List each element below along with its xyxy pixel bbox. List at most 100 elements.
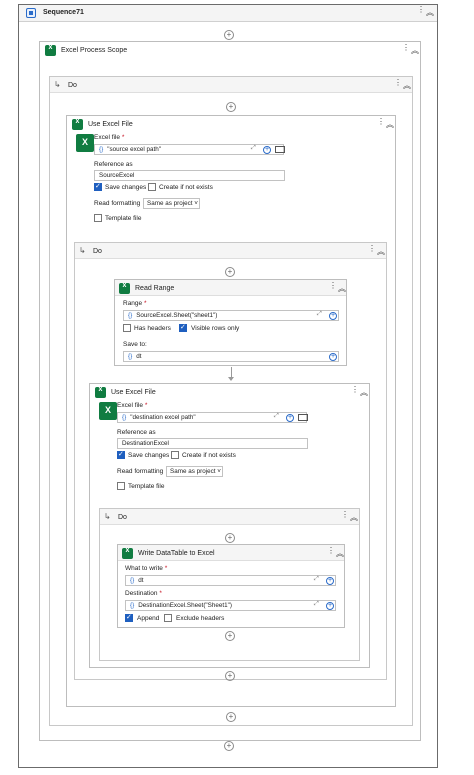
save-changes-checkbox[interactable]	[117, 450, 125, 459]
add-variable-icon[interactable]: +	[263, 146, 271, 154]
expand-icon[interactable]: ⤢	[317, 311, 322, 318]
save-to-input[interactable]: {} dt	[123, 351, 339, 362]
template-file-checkbox[interactable]	[94, 214, 102, 222]
create-if-not-exists-label: Create if not exists	[182, 452, 236, 459]
use-excel-2-menu-icon[interactable]: ⋮	[351, 386, 359, 394]
save-changes-checkbox[interactable]	[94, 182, 102, 191]
create-if-not-exists-checkbox[interactable]	[171, 451, 179, 459]
template-file-checkbox[interactable]	[117, 482, 125, 490]
add-variable-icon[interactable]: +	[326, 577, 334, 585]
add-activity-plus-icon[interactable]: +	[226, 102, 236, 112]
add-activity-plus-icon[interactable]: +	[225, 267, 235, 277]
range-input[interactable]: {} SourceExcel.Sheet("sheet1")	[123, 310, 339, 321]
add-activity-plus-icon[interactable]: +	[225, 631, 235, 641]
read-range-collapse-icon[interactable]: ︽	[338, 283, 346, 294]
add-activity-plus-icon[interactable]: +	[225, 671, 235, 681]
excel-scope-menu-icon[interactable]: ⋮	[402, 44, 410, 52]
save-changes-label: Save changes	[105, 184, 147, 191]
reference-as-input[interactable]: DestinationExcel	[117, 438, 308, 449]
do-menu-icon[interactable]: ⋮	[341, 511, 349, 519]
excel-process-scope: Excel Process Scope ⋮ ︽ ↳ Do ⋮ ︽ + Use E…	[39, 41, 421, 741]
do-label: Do	[93, 248, 102, 255]
expand-icon[interactable]: ⤢	[251, 145, 256, 152]
exclude-headers-label: Exclude headers	[176, 615, 225, 622]
reference-as-label: Reference as	[94, 161, 133, 168]
do-container-1: ↳ Do ⋮ ︽ + Read Range ⋮ ︽	[74, 242, 387, 681]
exclude-headers-checkbox[interactable]	[164, 614, 172, 622]
append-checkbox[interactable]	[125, 613, 133, 622]
sequence-title: Sequence71	[43, 9, 84, 16]
has-headers-checkbox[interactable]	[123, 324, 131, 332]
excel-icon	[45, 44, 56, 56]
add-variable-icon[interactable]: +	[286, 414, 294, 422]
use-excel-file-1: Use Excel File ⋮ ︽ Excel file * {}"sourc…	[66, 115, 396, 707]
folder-icon[interactable]	[275, 146, 285, 153]
use-excel-1-header[interactable]: Use Excel File ⋮ ︽	[67, 116, 395, 132]
use-excel-2-header[interactable]: Use Excel File ⋮ ︽	[90, 384, 369, 400]
expand-icon[interactable]: ⤢	[274, 413, 279, 420]
excel-file-label: Excel file *	[94, 134, 125, 141]
save-to-label: Save to:	[123, 341, 147, 348]
add-activity-plus-icon[interactable]: +	[226, 712, 236, 722]
template-file-label: Template file	[128, 483, 165, 490]
sequence-collapse-icon[interactable]: ︽	[426, 7, 434, 18]
write-datatable-header[interactable]: Write DataTable to Excel ⋮ ︽	[118, 545, 344, 561]
create-if-not-exists-checkbox[interactable]	[148, 183, 156, 191]
do-label: Do	[68, 82, 77, 89]
sequence-header[interactable]: Sequence71 ⋮ ︽	[19, 5, 437, 22]
excel-scope-collapse-icon[interactable]: ︽	[411, 45, 419, 56]
read-range-header[interactable]: Read Range ⋮ ︽	[115, 280, 346, 296]
folder-icon[interactable]	[298, 414, 308, 421]
create-if-not-exists-label: Create if not exists	[159, 184, 213, 191]
read-formatting-select[interactable]: Same as project ˅	[143, 198, 200, 209]
do-container-outer: ↳ Do ⋮ ︽ + Use Excel File ⋮ ︽ Excel file…	[49, 76, 413, 726]
do-collapse-icon[interactable]: ︽	[377, 246, 385, 257]
range-label: Range *	[123, 300, 147, 307]
reference-as-label: Reference as	[117, 429, 156, 436]
do-collapse-icon[interactable]: ︽	[350, 512, 358, 523]
what-to-write-input[interactable]: {} dt	[125, 575, 336, 586]
do-header-2[interactable]: ↳ Do ⋮ ︽	[100, 509, 359, 525]
write-datatable-title: Write DataTable to Excel	[138, 550, 215, 557]
reference-as-input[interactable]: SourceExcel	[94, 170, 285, 181]
excel-icon	[119, 282, 130, 294]
use-excel-1-menu-icon[interactable]: ⋮	[377, 118, 385, 126]
has-headers-label: Has headers	[134, 325, 171, 332]
add-activity-plus-icon[interactable]: +	[225, 533, 235, 543]
do-header-outer[interactable]: ↳ Do ⋮ ︽	[50, 77, 412, 93]
excel-scope-title: Excel Process Scope	[61, 47, 128, 54]
read-range-activity: Read Range ⋮ ︽ Range * {}SourceExcel.She…	[114, 279, 347, 366]
do-menu-icon[interactable]: ⋮	[394, 79, 402, 87]
do-header-1[interactable]: ↳ Do ⋮ ︽	[75, 243, 386, 259]
read-formatting-select[interactable]: Same as project ˅	[166, 466, 223, 477]
save-changes-label: Save changes	[128, 452, 170, 459]
destination-input[interactable]: {} DestinationExcel.Sheet("Sheet1")	[125, 600, 336, 611]
do-arrow-icon: ↳	[104, 512, 111, 521]
excel-scope-header[interactable]: Excel Process Scope ⋮ ︽	[40, 42, 420, 58]
excel-file-label: Excel file *	[117, 402, 148, 409]
visible-rows-only-checkbox[interactable]	[179, 323, 187, 332]
write-datatable-collapse-icon[interactable]: ︽	[336, 548, 344, 559]
add-variable-icon[interactable]: +	[329, 353, 337, 361]
do-menu-icon[interactable]: ⋮	[368, 245, 376, 253]
write-datatable-menu-icon[interactable]: ⋮	[327, 547, 335, 555]
excel-file-icon	[76, 134, 94, 152]
destination-label: Destination *	[125, 590, 162, 597]
add-variable-icon[interactable]: +	[326, 602, 334, 610]
flow-arrow-icon	[228, 377, 234, 381]
sequence-icon	[26, 8, 36, 18]
sequence-menu-icon[interactable]: ⋮	[417, 6, 425, 14]
read-range-menu-icon[interactable]: ⋮	[329, 282, 337, 290]
expand-icon[interactable]: ⤢	[314, 576, 319, 583]
do-arrow-icon: ↳	[79, 246, 86, 255]
add-activity-plus-icon[interactable]: +	[224, 741, 234, 751]
expand-icon[interactable]: ⤢	[314, 601, 319, 608]
use-excel-2-collapse-icon[interactable]: ︽	[360, 387, 368, 398]
do-arrow-icon: ↳	[54, 80, 61, 89]
add-activity-plus-icon[interactable]: +	[224, 30, 234, 40]
use-excel-file-2: Use Excel File ⋮ ︽ Excel file * {}"desti…	[89, 383, 370, 668]
do-collapse-icon[interactable]: ︽	[403, 80, 411, 91]
read-formatting-label: Read formatting	[117, 468, 164, 475]
add-variable-icon[interactable]: +	[329, 312, 337, 320]
use-excel-1-collapse-icon[interactable]: ︽	[386, 119, 394, 130]
